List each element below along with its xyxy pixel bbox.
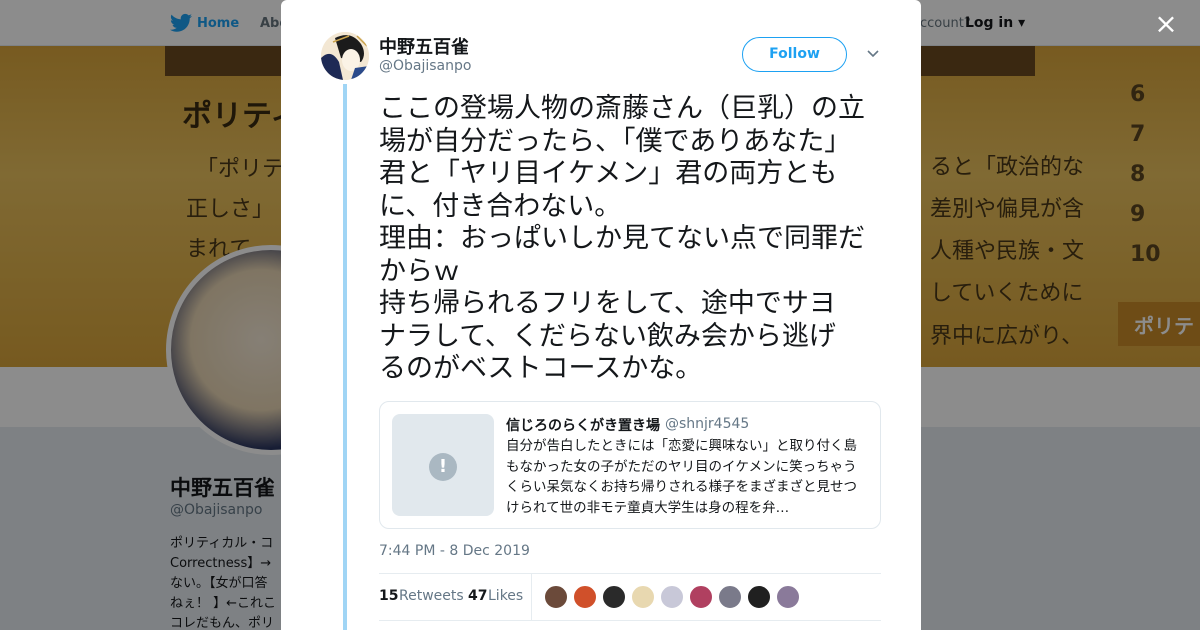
quote-author-name: 信じろのらくがき置き場 (506, 418, 660, 434)
tweet-modal: 中野五百雀 @Obajisanpo Follow ここの登場人物の斎藤さん（巨乳… (281, 0, 921, 630)
liker-avatar[interactable] (776, 585, 800, 609)
liker-avatar[interactable] (718, 585, 742, 609)
liker-avatar[interactable] (631, 585, 655, 609)
quote-text: 自分が告白したときには「恋愛に興味ない」と取り付く島もなかった女の子がただのヤリ… (506, 438, 857, 516)
quoted-tweet[interactable]: ! 信じろのらくがき置き場 @shnjr4545 自分が告白したときには「恋愛に… (379, 401, 881, 529)
author-name[interactable]: 中野五百雀 (379, 33, 469, 59)
quote-author-handle: @shnjr4545 (665, 416, 750, 432)
liker-avatar[interactable] (660, 585, 684, 609)
chevron-down-icon[interactable] (866, 46, 880, 60)
liker-avatar[interactable] (602, 585, 626, 609)
retweet-label[interactable]: Retweets (399, 588, 464, 604)
tweet-timestamp[interactable]: 7:44 PM - 8 Dec 2019 (379, 543, 530, 559)
divider (379, 573, 881, 574)
tweet-text: ここの登場人物の斎藤さん（巨乳）の立 場が自分だったら、「僕でありあなた」 君と… (379, 93, 865, 384)
author-handle[interactable]: @Obajisanpo (379, 58, 471, 74)
close-icon[interactable]: × (1154, 10, 1178, 38)
avatar-illustration (321, 32, 369, 80)
divider (379, 620, 881, 621)
retweet-count[interactable]: 15 (379, 588, 398, 604)
author-avatar[interactable] (321, 32, 369, 80)
liker-avatar[interactable] (747, 585, 771, 609)
liker-avatar[interactable] (689, 585, 713, 609)
follow-button[interactable]: Follow (742, 37, 847, 72)
like-label[interactable]: Likes (488, 588, 523, 604)
like-count[interactable]: 47 (468, 588, 487, 604)
liker-avatar[interactable] (544, 585, 568, 609)
divider (531, 574, 532, 620)
alert-icon: ! (429, 453, 457, 481)
quote-thumbnail: ! (392, 414, 494, 516)
liker-avatar[interactable] (573, 585, 597, 609)
thread-line (343, 84, 347, 630)
